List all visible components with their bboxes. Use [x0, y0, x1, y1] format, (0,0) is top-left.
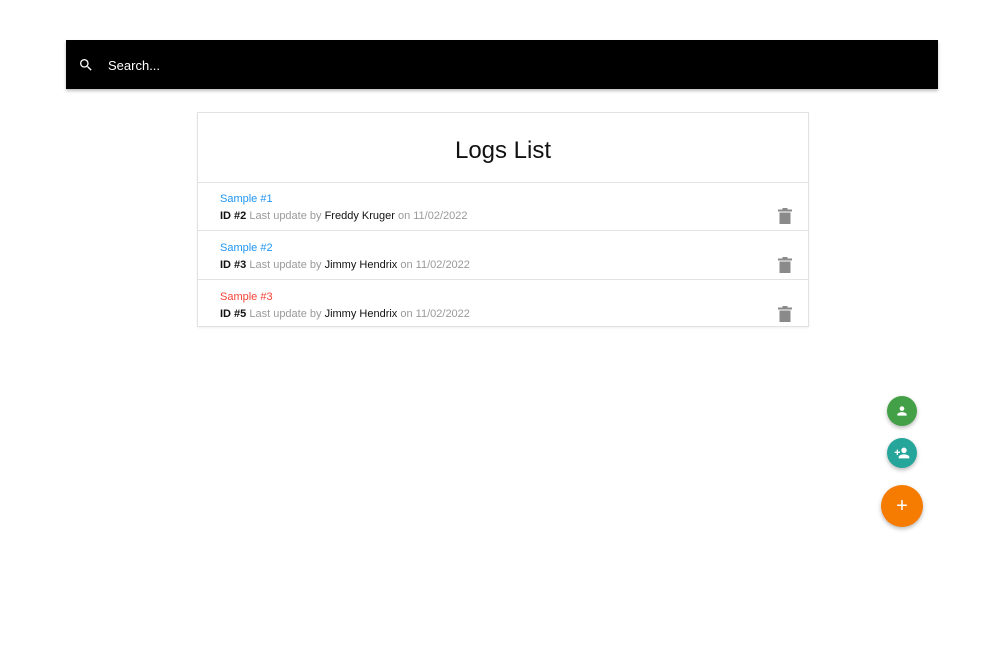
log-id: ID #5: [220, 308, 247, 320]
search-input[interactable]: [108, 52, 708, 78]
list-item: Sample #2 ID #3 Last update by Jimmy Hen…: [198, 232, 808, 280]
log-title-link[interactable]: Sample #1: [220, 193, 273, 205]
log-author: Jimmy Hendrix: [324, 308, 398, 320]
add-fab-button[interactable]: +: [881, 485, 923, 527]
search-icon[interactable]: [78, 57, 94, 73]
trash-icon[interactable]: [778, 257, 792, 273]
log-title-link[interactable]: Sample #2: [220, 242, 273, 254]
list-item: Sample #3 ID #5 Last update by Jimmy Hen…: [198, 281, 808, 329]
log-meta: ID #2 Last update by Freddy Kruger on 11…: [220, 210, 468, 222]
on-text: on: [394, 210, 414, 222]
trash-icon[interactable]: [778, 306, 792, 322]
user-icon: [897, 406, 907, 416]
add-user-icon: [894, 447, 910, 459]
log-author: Jimmy Hendrix: [324, 259, 398, 271]
last-update-text: Last update by: [246, 259, 325, 271]
log-title-link[interactable]: Sample #3: [220, 291, 273, 303]
last-update-text: Last update by: [246, 308, 325, 320]
log-id: ID #3: [220, 259, 247, 271]
add-user-fab-button[interactable]: [887, 438, 917, 468]
log-date: 11/02/2022: [415, 308, 470, 320]
log-date: 11/02/2022: [413, 210, 468, 222]
page: Logs List Sample #1 ID #2 Last update by…: [0, 0, 1000, 665]
trash-icon[interactable]: [778, 208, 792, 224]
logs-card: Logs List Sample #1 ID #2 Last update by…: [197, 112, 809, 327]
log-meta: ID #3 Last update by Jimmy Hendrix on 11…: [220, 259, 470, 271]
log-id: ID #2: [220, 210, 247, 222]
last-update-text: Last update by: [246, 210, 325, 222]
on-text: on: [397, 308, 416, 320]
list-item: Sample #1 ID #2 Last update by Freddy Kr…: [198, 183, 808, 231]
page-title: Logs List: [454, 137, 552, 164]
on-text: on: [397, 259, 416, 271]
plus-icon: +: [896, 495, 908, 517]
log-meta: ID #5 Last update by Jimmy Hendrix on 11…: [220, 308, 470, 320]
user-fab-button[interactable]: [887, 396, 917, 426]
log-date: 11/02/2022: [415, 259, 470, 271]
log-author: Freddy Kruger: [324, 210, 395, 222]
